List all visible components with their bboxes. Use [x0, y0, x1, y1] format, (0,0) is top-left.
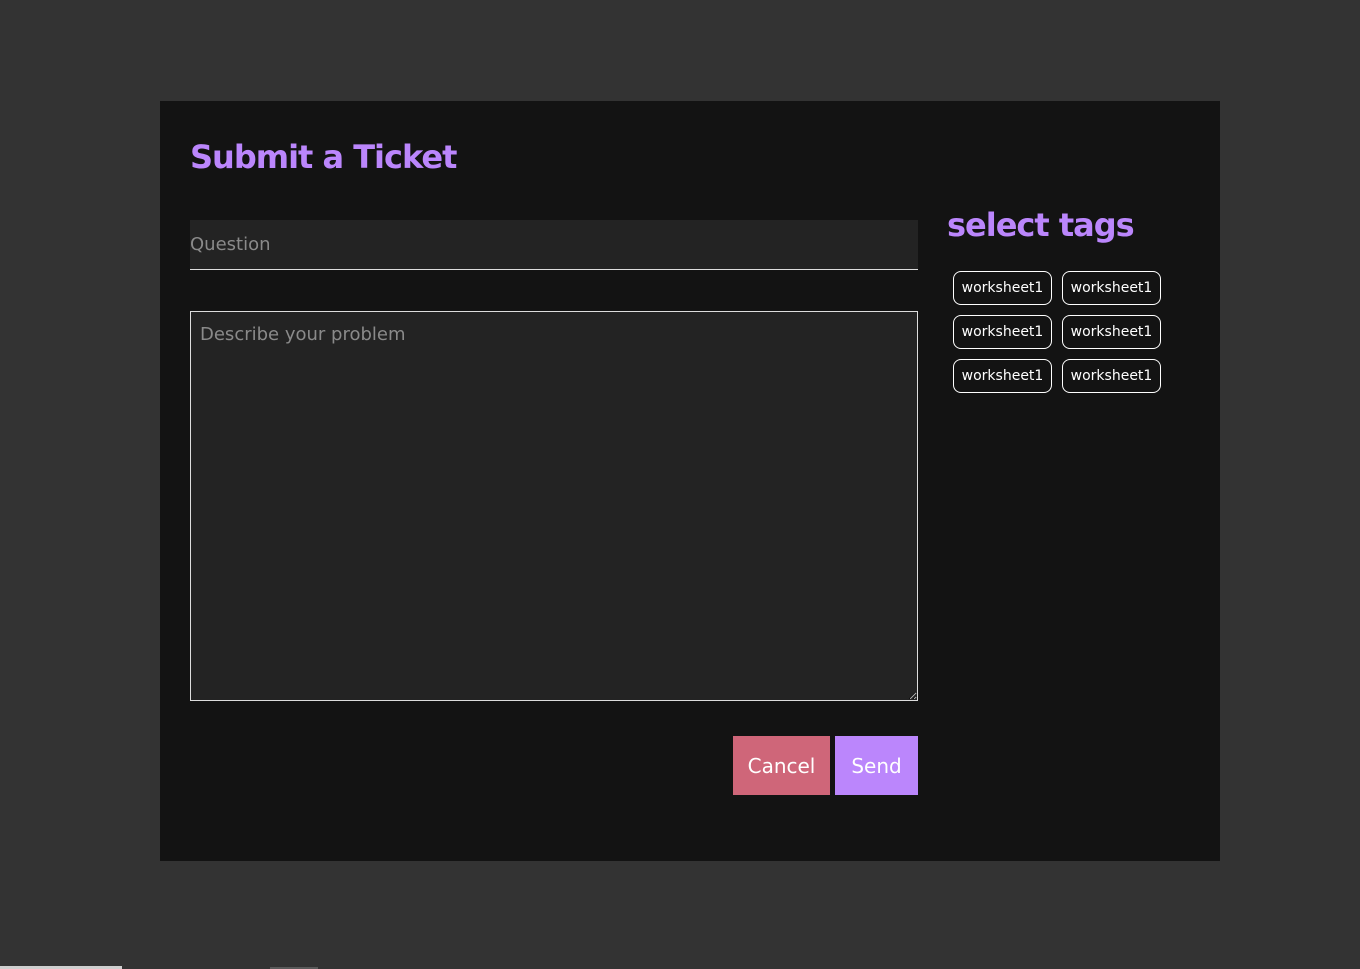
tags-list: worksheet1 worksheet1 worksheet1 workshe… — [953, 271, 1173, 393]
submit-ticket-modal: Submit a Ticket Cancel Send select tags … — [160, 101, 1220, 861]
tags-heading: select tags — [947, 206, 1135, 244]
tag-chip[interactable]: worksheet1 — [953, 315, 1052, 349]
tag-chip[interactable]: worksheet1 — [1062, 315, 1161, 349]
tag-chip[interactable]: worksheet1 — [1062, 359, 1161, 393]
modal-title: Submit a Ticket — [190, 138, 457, 176]
description-textarea[interactable] — [190, 311, 918, 701]
tag-chip[interactable]: worksheet1 — [953, 359, 1052, 393]
tag-chip[interactable]: worksheet1 — [1062, 271, 1161, 305]
cancel-button[interactable]: Cancel — [733, 736, 830, 795]
question-input[interactable] — [190, 220, 918, 270]
tag-chip[interactable]: worksheet1 — [953, 271, 1052, 305]
send-button[interactable]: Send — [835, 736, 918, 795]
